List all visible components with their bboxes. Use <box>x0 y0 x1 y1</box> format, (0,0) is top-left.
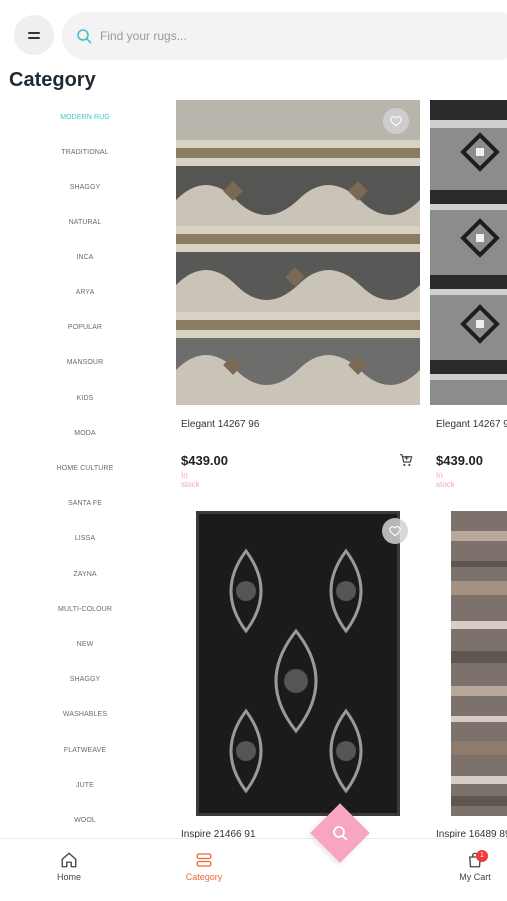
home-icon <box>61 852 77 868</box>
category-item-inca[interactable]: INCA <box>50 254 120 261</box>
category-item-natural[interactable]: NATURAL <box>50 219 120 226</box>
category-item-arya[interactable]: ARYA <box>50 289 120 296</box>
category-item-popular[interactable]: POPULAR <box>50 324 120 331</box>
favorite-button[interactable] <box>382 518 408 544</box>
category-item-new[interactable]: NEW <box>50 641 120 648</box>
nav-category[interactable]: Category <box>184 851 224 882</box>
nav-cart-label: My Cart <box>459 872 491 882</box>
menu-icon <box>28 29 40 42</box>
product-image[interactable] <box>451 511 507 816</box>
product-image[interactable] <box>176 100 420 405</box>
product-image[interactable] <box>196 511 400 816</box>
category-item-moda[interactable]: MODA <box>50 430 120 437</box>
product-price: $439.00 <box>181 453 228 468</box>
nav-category-label: Category <box>185 872 223 882</box>
category-item-lissa[interactable]: LISSA <box>50 535 120 542</box>
menu-button[interactable] <box>14 15 54 55</box>
stock-status: In stock <box>436 471 455 489</box>
nav-home-label: Home <box>56 872 81 882</box>
category-item-zayna[interactable]: ZAYNA <box>50 571 120 578</box>
category-icon <box>196 853 212 867</box>
category-item-wool[interactable]: WOOL <box>50 817 120 824</box>
category-item-santa-fe[interactable]: SANTA FE <box>50 500 120 507</box>
category-item-mansour[interactable]: MANSOUR <box>50 359 120 366</box>
product-name[interactable]: Elegant 14267 96 <box>181 419 259 430</box>
category-item-flatweave[interactable]: FLATWEAVE <box>50 747 120 754</box>
product-price: $439.00 <box>436 453 483 468</box>
bottom-nav: Home Category My Cart <box>0 838 507 901</box>
search-input[interactable] <box>98 28 402 44</box>
heart-icon <box>389 526 401 537</box>
category-item-washables[interactable]: WASHABLES <box>50 711 120 718</box>
category-item-shaggy-2[interactable]: SHAGGY <box>50 676 120 683</box>
add-to-cart-icon[interactable] <box>398 452 414 468</box>
stock-status: In stock <box>181 471 200 489</box>
product-name[interactable]: Elegant 14267 95 <box>436 419 507 430</box>
product-image[interactable] <box>430 100 507 405</box>
category-item-home-culture[interactable]: HOME CULTURE <box>50 465 120 472</box>
search-icon <box>333 826 348 841</box>
category-item-modern-rug[interactable]: MODERN RUG <box>50 114 120 121</box>
nav-home[interactable]: Home <box>55 851 83 882</box>
heart-icon <box>390 116 402 127</box>
category-item-traditional[interactable]: TRADITIONAL <box>50 149 120 156</box>
search-bar[interactable] <box>62 12 507 60</box>
category-item-multi-colour[interactable]: MULTI-COLOUR <box>50 606 120 613</box>
category-item-kids[interactable]: KIDS <box>50 395 120 402</box>
page-title: Category <box>9 69 96 91</box>
favorite-button[interactable] <box>383 108 409 134</box>
search-icon <box>77 29 92 44</box>
cart-count-badge: 1 <box>476 850 488 862</box>
category-item-shaggy[interactable]: SHAGGY <box>50 184 120 191</box>
category-item-jute[interactable]: JUTE <box>50 782 120 789</box>
